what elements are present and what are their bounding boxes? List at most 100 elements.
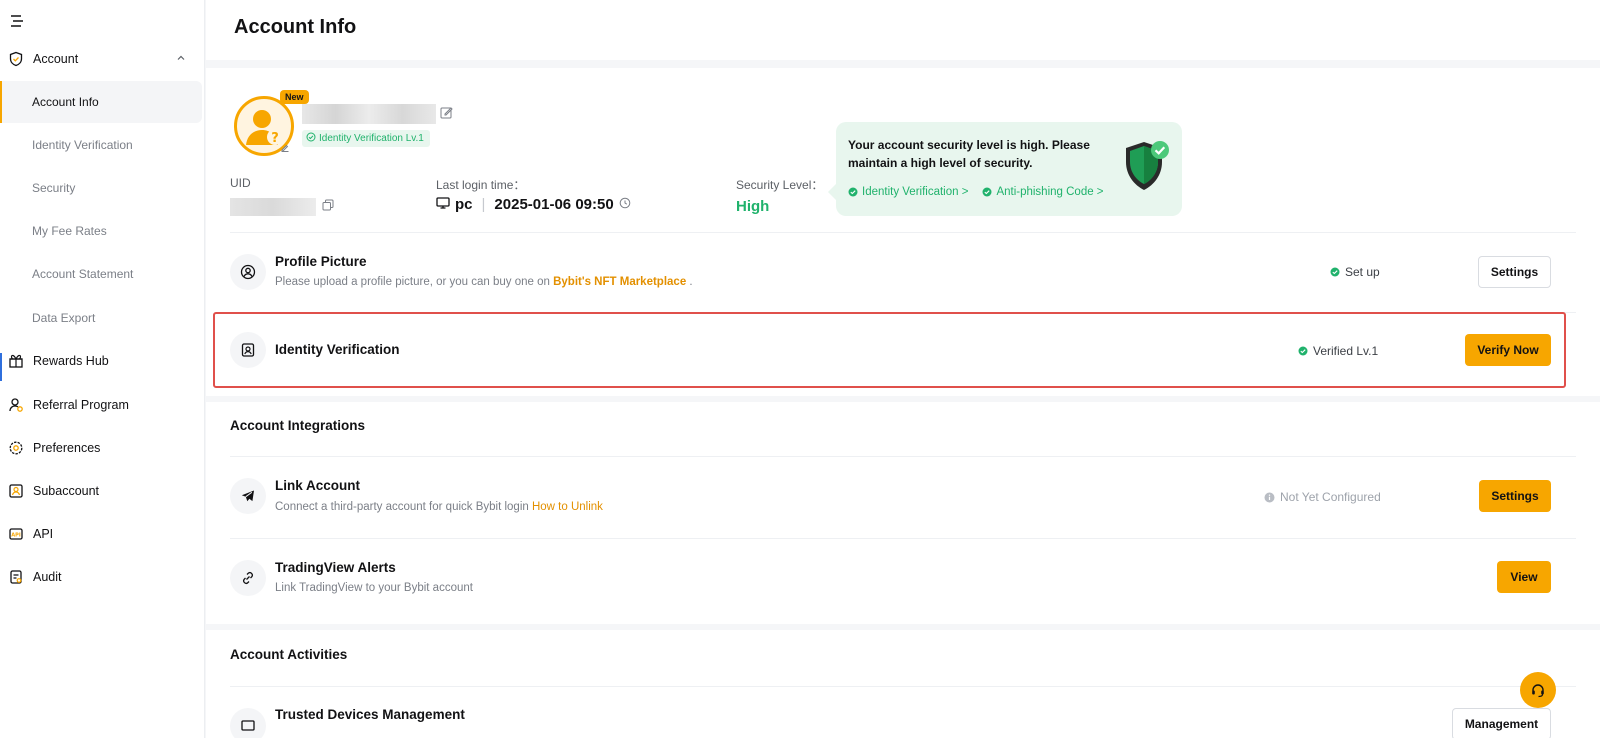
sidebar-item-audit[interactable]: Audit (0, 556, 202, 598)
shield-check-icon (1120, 138, 1172, 199)
tradingview-title: TradingView Alerts (275, 560, 396, 575)
security-tip-bubble: Your account security level is high. Ple… (828, 122, 1182, 216)
check-circle-icon (1298, 346, 1308, 356)
sidebar-item-preferences[interactable]: Preferences (0, 427, 202, 469)
clock-icon[interactable] (619, 196, 631, 213)
check-circle-icon (848, 187, 858, 197)
id-card-icon (230, 332, 266, 368)
nft-marketplace-link[interactable]: Bybit's NFT Marketplace (553, 276, 686, 288)
identity-verification-tag: Identity Verification Lv.1 (302, 130, 430, 147)
link-account-desc-text: Connect a third-party account for quick … (275, 501, 529, 513)
status-label: Set up (1345, 265, 1380, 279)
security-level-value: High (736, 198, 770, 215)
account-activities-card: Account Activities Trusted Devices Manag… (206, 630, 1600, 738)
security-tip-links: Identity Verification > Anti-phishing Co… (848, 186, 1104, 198)
profile-picture-desc: Please upload a profile picture, or you … (275, 276, 693, 288)
security-link-label: Identity Verification > (862, 186, 969, 198)
shield-icon (7, 50, 25, 68)
identity-verification-status: Verified Lv.1 (1298, 344, 1378, 358)
security-link-anti-phishing[interactable]: Anti-phishing Code > (982, 186, 1104, 198)
link-account-status: Not Yet Configured (1264, 490, 1381, 504)
login-device: pc (455, 196, 473, 213)
sidebar-subitem-identity-verification[interactable]: Identity Verification (0, 124, 202, 166)
uid-label: UID (230, 176, 251, 190)
tradingview-desc: Link TradingView to your Bybit account (275, 582, 473, 594)
sidebar-subitem-account-statement[interactable]: Account Statement (0, 253, 202, 295)
status-label: Verified Lv.1 (1313, 344, 1379, 358)
chevron-up-icon[interactable] (176, 52, 186, 66)
nickname-redacted (302, 104, 436, 124)
how-to-unlink-link[interactable]: How to Unlink (532, 501, 603, 513)
page-title: Account Info (234, 16, 357, 38)
sidebar-item-label: Referral Program (33, 398, 129, 412)
api-icon: API (7, 525, 25, 543)
profile-picture-settings-button[interactable]: Settings (1478, 256, 1551, 288)
edit-nickname-icon[interactable] (440, 106, 453, 124)
identity-verification-title: Identity Verification (275, 342, 400, 357)
trusted-devices-management-button[interactable]: Management (1452, 708, 1551, 738)
sidebar-subitem-data-export[interactable]: Data Export (0, 297, 202, 339)
svg-text:?: ? (271, 131, 279, 146)
new-badge: New (280, 90, 309, 104)
profile-picture-desc-end: . (689, 276, 693, 288)
account-info-card: ? New Identity Verification Lv.1 UID Las… (206, 68, 1600, 396)
gear-icon (7, 439, 25, 457)
security-link-identity-verification[interactable]: Identity Verification > (848, 186, 968, 198)
sidebar-item-label: API (33, 527, 54, 541)
profile-picture-icon (230, 254, 266, 290)
monitor-icon (436, 196, 450, 213)
sidebar-subitem-security[interactable]: Security (0, 167, 202, 209)
edit-avatar-icon[interactable] (280, 140, 290, 158)
sidebar-item-account[interactable]: Account (0, 38, 202, 80)
divider (230, 456, 1576, 457)
sidebar: Account Account Info Identity Verificati… (0, 0, 205, 738)
referral-icon (7, 396, 25, 414)
activities-section-title: Account Activities (230, 647, 348, 662)
sidebar-item-referral-program[interactable]: Referral Program (0, 384, 202, 426)
check-circle-icon (306, 132, 316, 145)
tradingview-view-button[interactable]: View (1497, 561, 1551, 593)
security-level-label: Security Level： (736, 178, 824, 192)
sidebar-item-label: Preferences (33, 441, 101, 455)
status-label: Not Yet Configured (1280, 490, 1381, 504)
profile-picture-status: Set up (1330, 265, 1380, 279)
integrations-section-title: Account Integrations (230, 418, 366, 433)
divider (230, 232, 1576, 233)
sidebar-item-label: Subaccount (33, 484, 100, 498)
menu-toggle-icon[interactable] (10, 14, 24, 27)
profile-picture-desc-text: Please upload a profile picture, or you … (275, 276, 550, 288)
link-account-title: Link Account (275, 478, 361, 493)
divider (230, 686, 1576, 687)
account-integrations-card: Account Integrations Link Account Connec… (206, 402, 1600, 624)
check-circle-icon (1330, 267, 1340, 277)
sidebar-item-label: Account (33, 52, 79, 66)
page-header: Account Info (206, 0, 1600, 60)
link-icon (230, 560, 266, 596)
trusted-devices-title: Trusted Devices Management (275, 707, 465, 722)
sidebar-item-api[interactable]: API API (0, 513, 202, 555)
link-account-desc: Connect a third-party account for quick … (275, 501, 603, 513)
last-login-value: pc | 2025-01-06 09:50 (436, 196, 631, 213)
sidebar-item-label: Rewards Hub (33, 354, 109, 368)
main-content: Account Info ? New Identity Verification… (206, 0, 1600, 738)
link-account-settings-button[interactable]: Settings (1479, 480, 1551, 512)
support-headset-icon[interactable] (1520, 672, 1556, 708)
copy-icon[interactable] (322, 198, 334, 216)
info-icon (1264, 492, 1275, 502)
gift-icon (7, 352, 25, 370)
security-tip-text: Your account security level is high. Ple… (848, 138, 1090, 170)
subaccount-icon (7, 482, 25, 500)
sidebar-item-rewards-hub[interactable]: Rewards Hub (0, 340, 202, 382)
sidebar-subitem-account-info[interactable]: Account Info (0, 81, 202, 123)
idv-tag-label: Identity Verification Lv.1 (319, 133, 424, 144)
last-login-label: Last login time： (436, 178, 526, 192)
telegram-icon (230, 478, 266, 514)
security-link-label: Anti-phishing Code > (996, 186, 1104, 198)
verify-now-button[interactable]: Verify Now (1465, 334, 1551, 366)
login-time: 2025-01-06 09:50 (494, 196, 614, 213)
sidebar-subitem-fee-rates[interactable]: My Fee Rates (0, 210, 202, 252)
profile-picture-title: Profile Picture (275, 254, 367, 269)
divider (230, 538, 1576, 539)
sidebar-item-subaccount[interactable]: Subaccount (0, 470, 202, 512)
uid-redacted (230, 198, 316, 216)
